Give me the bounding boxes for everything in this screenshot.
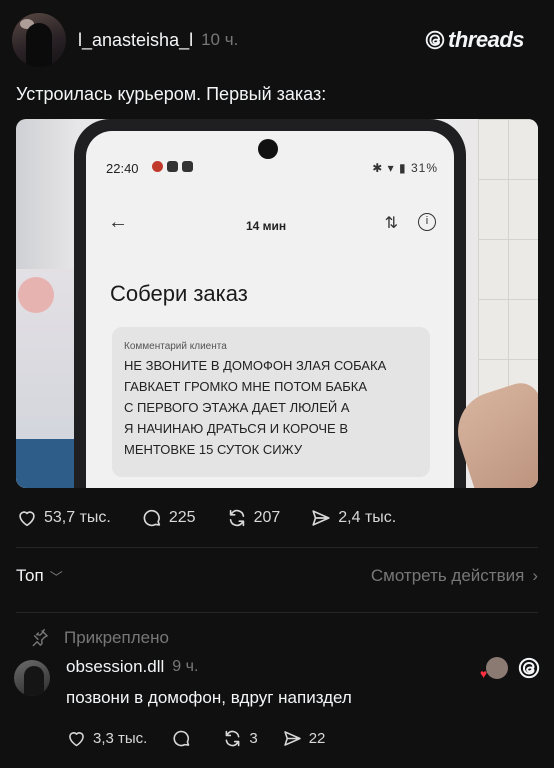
post-image[interactable]: 22:40 ✱ ▾ ▮ 31% ← 14 мин ⇅ i Собери зака… xyxy=(16,119,538,488)
phone-comment-box: Комментарий клиента НЕ ЗВОНИТЕ В ДОМОФОН… xyxy=(112,327,430,477)
comment-icon xyxy=(173,730,190,746)
threads-logo-icon[interactable] xyxy=(518,657,540,679)
like-button[interactable]: 53,7 тыс. xyxy=(16,507,111,529)
heart-icon xyxy=(69,731,84,746)
share-button[interactable]: 2,4 тыс. xyxy=(310,507,396,529)
share-icon xyxy=(283,730,301,746)
phone-status-icons xyxy=(152,161,193,172)
heart-icon: ♥ xyxy=(480,667,488,681)
post-actions: 53,7 тыс. 225 207 2,4 тыс. xyxy=(16,506,426,530)
phone-back-icon: ← xyxy=(108,211,128,233)
chevron-down-icon[interactable]: ﹀ xyxy=(50,567,63,586)
threads-wordmark: threads xyxy=(448,27,524,52)
comment-share-count: 22 xyxy=(308,729,326,747)
chevron-right-icon: › xyxy=(532,566,538,585)
phone-sort-icon: ⇅ xyxy=(384,215,398,232)
repost-count: 207 xyxy=(253,509,281,526)
comment-time: 9 ч. xyxy=(172,658,199,675)
comment-repost-button[interactable]: 3 xyxy=(222,728,258,749)
comment-repost-count: 3 xyxy=(249,729,258,747)
phone-eta: 14 мин xyxy=(246,219,287,233)
comment-header: obsession.dll 9 ч. xyxy=(66,657,198,677)
comment-badges: ♥ xyxy=(480,657,540,681)
phone-order-title: Собери заказ xyxy=(110,281,248,306)
replies-sort-row: Топ ﹀ Смотреть действия › xyxy=(16,566,538,586)
phone-battery: ✱ ▾ ▮ 31% xyxy=(372,161,438,175)
phone-info-icon: i xyxy=(418,213,436,231)
comment-username[interactable]: obsession.dll xyxy=(66,657,164,677)
heart-icon xyxy=(19,511,35,527)
comment-author-avatar[interactable] xyxy=(14,660,50,696)
comment-reply-button[interactable] xyxy=(171,728,198,749)
view-activity-link[interactable]: Смотреть действия › xyxy=(371,566,538,586)
pinned-label-row: Прикреплено xyxy=(30,628,169,648)
comment-like-button[interactable]: 3,3 тыс. xyxy=(66,728,147,749)
sort-dropdown[interactable]: Топ xyxy=(16,566,44,586)
comment-share-button[interactable]: 22 xyxy=(282,728,326,749)
author-avatar[interactable] xyxy=(12,13,66,67)
phone-comment-text: НЕ ЗВОНИТЕ В ДОМОФОН ЗЛАЯ СОБАКА ГАВКАЕТ… xyxy=(124,358,387,457)
pinned-label: Прикреплено xyxy=(64,628,169,647)
phone-comment-label: Комментарий клиента xyxy=(124,341,227,352)
repost-icon xyxy=(229,509,244,527)
post-text: Устроилась курьером. Первый заказ: xyxy=(16,84,327,104)
author-liked-avatar: ♥ xyxy=(480,657,508,681)
comment-like-count: 3,3 тыс. xyxy=(93,729,148,747)
divider xyxy=(16,547,538,548)
author-username[interactable]: l_anasteisha_l xyxy=(78,30,193,51)
divider xyxy=(16,612,538,613)
post-header: l_anasteisha_l 10 ч. threads xyxy=(12,12,524,68)
comment-icon xyxy=(143,509,161,527)
repost-button[interactable]: 207 xyxy=(226,507,281,529)
repost-icon xyxy=(225,730,240,746)
threads-logo-icon xyxy=(425,30,445,50)
post-time: 10 ч. xyxy=(201,30,239,49)
share-count: 2,4 тыс. xyxy=(338,509,397,526)
reply-count: 225 xyxy=(168,509,196,526)
reply-button[interactable]: 225 xyxy=(141,507,196,529)
pin-icon xyxy=(32,628,48,647)
threads-logo[interactable]: threads xyxy=(425,27,524,53)
comment-actions: 3,3 тыс. 3 22 xyxy=(66,726,349,750)
like-count: 53,7 тыс. xyxy=(44,509,111,526)
phone-screen: 22:40 ✱ ▾ ▮ 31% ← 14 мин ⇅ i Собери зака… xyxy=(86,131,454,488)
comment-text: позвони в домофон, вдруг напиздел xyxy=(66,688,352,707)
phone-status-time: 22:40 xyxy=(106,161,139,176)
share-icon xyxy=(312,510,330,526)
